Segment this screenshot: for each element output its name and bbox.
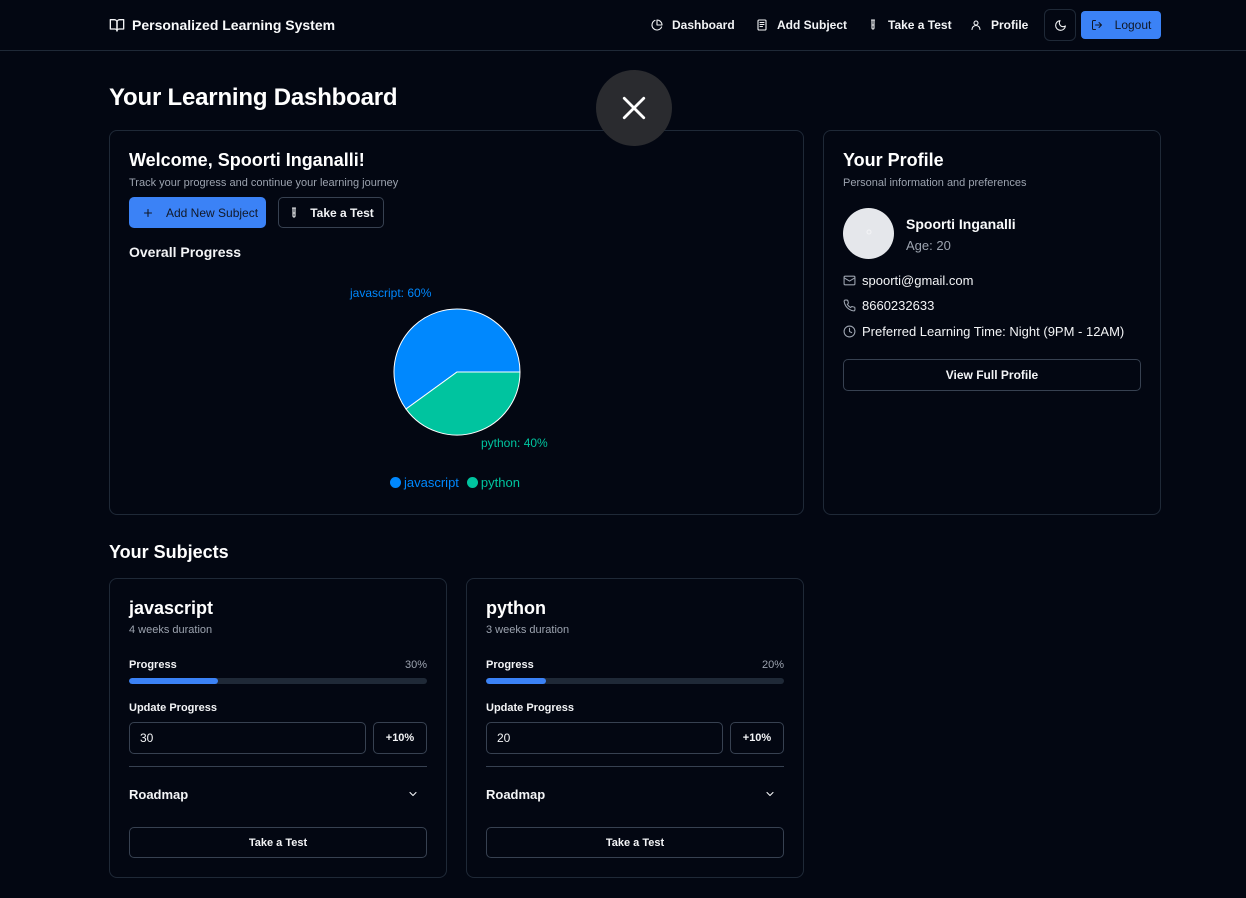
nav-take-test-label: Take a Test	[888, 18, 952, 32]
chevron-down-icon	[764, 788, 776, 800]
clock-icon	[843, 325, 856, 338]
welcome-card: Welcome, Spoorti Inganalli! Track your p…	[109, 130, 804, 515]
roadmap-label: Roadmap	[486, 786, 546, 802]
progress-bar-fill	[486, 678, 546, 684]
nav-take-test[interactable]: Take a Test	[867, 14, 952, 36]
logout-button[interactable]: Logout	[1081, 11, 1161, 39]
progress-input[interactable]	[129, 722, 366, 754]
close-icon	[621, 95, 647, 121]
roadmap-toggle[interactable]: Roadmap	[129, 784, 427, 804]
nav-add-subject[interactable]: Add Subject	[756, 14, 847, 36]
view-full-profile-label: View Full Profile	[945, 368, 1039, 382]
profile-preferred-time: Preferred Learning Time: Night (9PM - 12…	[862, 324, 1125, 339]
phone-icon	[843, 299, 856, 312]
legend-dot-javascript	[390, 477, 401, 488]
pie-chart-icon	[651, 19, 663, 31]
profile-name: Spoorti Inganalli	[906, 216, 1016, 232]
take-test-button[interactable]: Take a Test	[278, 197, 384, 228]
take-test-label: Take a Test	[310, 205, 374, 220]
nav-add-subject-label: Add Subject	[777, 18, 848, 32]
pie-label-python: python: 40%	[481, 436, 548, 450]
progress-pie-chart	[393, 308, 521, 436]
notebook-icon	[756, 19, 768, 31]
subject-duration: 3 weeks duration	[486, 624, 570, 636]
chart-legend: javascript python	[390, 475, 520, 490]
log-out-icon	[1091, 19, 1103, 31]
progress-label: Progress	[129, 659, 177, 671]
profile-age: Age: 20	[906, 238, 951, 253]
nav-profile-label: Profile	[991, 18, 1029, 32]
chevron-down-icon	[407, 788, 419, 800]
nav-dashboard-label: Dashboard	[672, 18, 735, 32]
nav-profile[interactable]: Profile	[970, 14, 1028, 36]
book-open-icon	[109, 17, 125, 33]
welcome-subtitle: Track your progress and continue your le…	[129, 177, 399, 189]
legend-label-python: python	[480, 475, 520, 490]
close-button[interactable]	[596, 70, 672, 146]
divider	[129, 766, 427, 767]
plus-icon	[142, 207, 154, 219]
nav-dashboard[interactable]: Dashboard	[651, 14, 735, 36]
progress-bar	[129, 678, 427, 684]
logout-label: Logout	[1114, 18, 1152, 32]
profile-subtitle: Personal information and preferences	[843, 177, 1027, 189]
roadmap-label: Roadmap	[129, 786, 189, 802]
progress-input[interactable]	[486, 722, 723, 754]
top-navbar: Personalized Learning System Dashboard A…	[0, 0, 1246, 51]
welcome-heading: Welcome, Spoorti Inganalli!	[129, 150, 365, 170]
brand-name: Personalized Learning System	[132, 17, 336, 33]
increment-progress-button[interactable]: +10%	[373, 722, 427, 754]
profile-email: spoorti@gmail.com	[862, 273, 974, 288]
legend-item-python: python	[466, 475, 520, 490]
progress-bar	[486, 678, 784, 684]
increment-progress-button[interactable]: +10%	[730, 722, 784, 754]
test-tube-icon	[288, 206, 300, 219]
legend-item-javascript: javascript	[390, 475, 459, 490]
add-new-subject-button[interactable]: Add New Subject	[129, 197, 266, 228]
profile-time-row: Preferred Learning Time: Night (9PM - 12…	[843, 324, 1124, 339]
profile-email-row: spoorti@gmail.com	[843, 273, 973, 288]
mail-icon	[843, 274, 856, 287]
profile-heading: Your Profile	[843, 150, 944, 170]
divider	[486, 766, 784, 767]
roadmap-toggle[interactable]: Roadmap	[486, 784, 784, 804]
add-new-subject-label: Add New Subject	[166, 205, 259, 220]
brand[interactable]: Personalized Learning System	[109, 16, 335, 34]
pie-label-javascript: javascript: 60%	[350, 286, 432, 300]
subject-take-test-button[interactable]: Take a Test	[486, 827, 784, 858]
profile-phone-row: 8660232633	[843, 298, 934, 313]
view-full-profile-button[interactable]: View Full Profile	[843, 359, 1141, 391]
progress-bar-fill	[129, 678, 219, 684]
update-progress-label: Update Progress	[486, 702, 575, 714]
page-title: Your Learning Dashboard	[109, 84, 398, 111]
subject-duration: 4 weeks duration	[129, 624, 213, 636]
user-icon	[970, 19, 982, 31]
profile-card: Your Profile Personal information and pr…	[823, 130, 1161, 515]
profile-phone: 8660232633	[862, 298, 935, 313]
test-tube-icon	[867, 19, 879, 31]
subject-name: python	[486, 598, 546, 618]
theme-toggle-button[interactable]	[1044, 9, 1076, 41]
subject-take-test-button[interactable]: Take a Test	[129, 827, 427, 858]
subject-card-javascript: javascript 4 weeks duration Progress 30%…	[109, 578, 447, 878]
subject-name: javascript	[129, 598, 214, 618]
update-progress-label: Update Progress	[129, 702, 218, 714]
progress-label: Progress	[486, 659, 534, 671]
avatar	[843, 208, 894, 259]
subject-card-python: python 3 weeks duration Progress 20% Upd…	[466, 578, 804, 878]
moon-icon	[1054, 19, 1067, 32]
progress-percent: 30%	[404, 659, 427, 671]
subjects-title: Your Subjects	[109, 542, 229, 562]
progress-percent: 20%	[761, 659, 784, 671]
legend-label-javascript: javascript	[404, 475, 459, 490]
legend-dot-python	[466, 477, 478, 488]
overall-progress-label: Overall Progress	[129, 244, 242, 260]
user-icon	[863, 228, 875, 240]
